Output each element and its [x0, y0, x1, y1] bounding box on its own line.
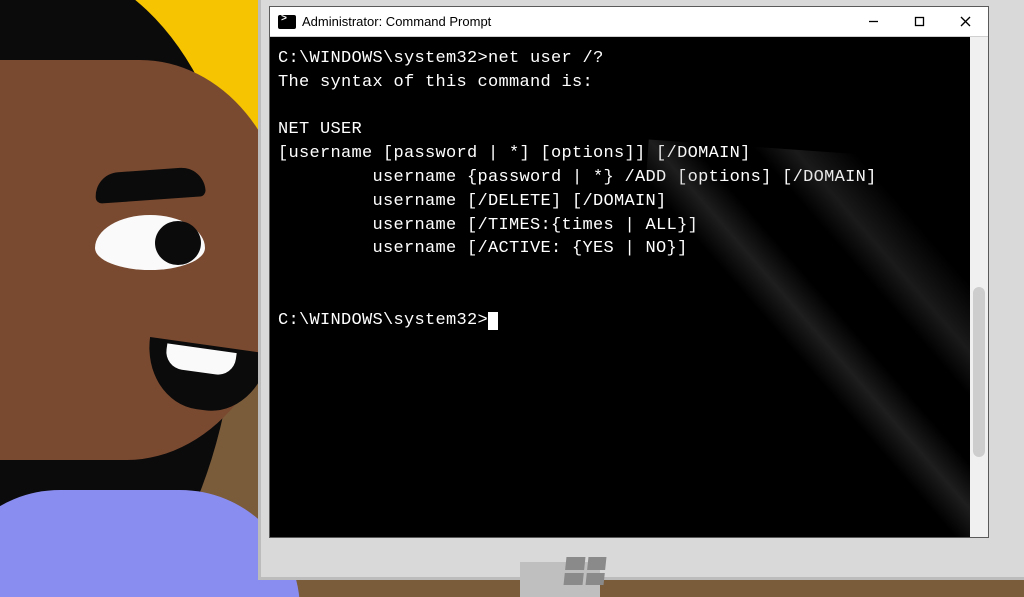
- titlebar[interactable]: Administrator: Command Prompt: [270, 7, 988, 37]
- terminal-output[interactable]: C:\WINDOWS\system32>net user /? The synt…: [270, 37, 970, 537]
- window-controls: [850, 7, 988, 36]
- prompt-1: C:\WINDOWS\system32>: [278, 49, 488, 68]
- minimize-button[interactable]: [850, 7, 896, 36]
- maximize-icon: [914, 16, 925, 27]
- terminal-container: C:\WINDOWS\system32>net user /? The synt…: [270, 37, 988, 537]
- close-icon: [960, 16, 971, 27]
- scrollbar-thumb[interactable]: [973, 287, 985, 457]
- close-button[interactable]: [942, 7, 988, 36]
- output-line-0: The syntax of this command is:: [278, 73, 593, 92]
- illustration-teeth: [164, 343, 237, 377]
- cursor: [488, 312, 498, 330]
- typed-command: net user /?: [488, 49, 604, 68]
- output-line-7: username [/ACTIVE: {YES | NO}]: [278, 239, 688, 258]
- illustration-eye: [95, 215, 205, 270]
- command-prompt-window: Administrator: Command Prompt C:\WINDOWS…: [269, 6, 989, 538]
- output-line-6: username [/TIMES:{times | ALL}]: [278, 216, 698, 235]
- output-line-5: username [/DELETE] [/DOMAIN]: [278, 192, 667, 211]
- prompt-2: C:\WINDOWS\system32>: [278, 311, 488, 330]
- output-line-3: [username [password | *] [options]] [/DO…: [278, 144, 751, 163]
- scrollbar-track[interactable]: [970, 37, 988, 537]
- output-line-4: username {password | *} /ADD [options] […: [278, 168, 877, 187]
- window-title: Administrator: Command Prompt: [302, 14, 850, 29]
- illustration-pupil: [155, 221, 201, 265]
- windows-logo-icon: [564, 557, 607, 585]
- maximize-button[interactable]: [896, 7, 942, 36]
- output-line-2: NET USER: [278, 120, 362, 139]
- minimize-icon: [868, 16, 879, 27]
- cmd-icon: [278, 15, 296, 29]
